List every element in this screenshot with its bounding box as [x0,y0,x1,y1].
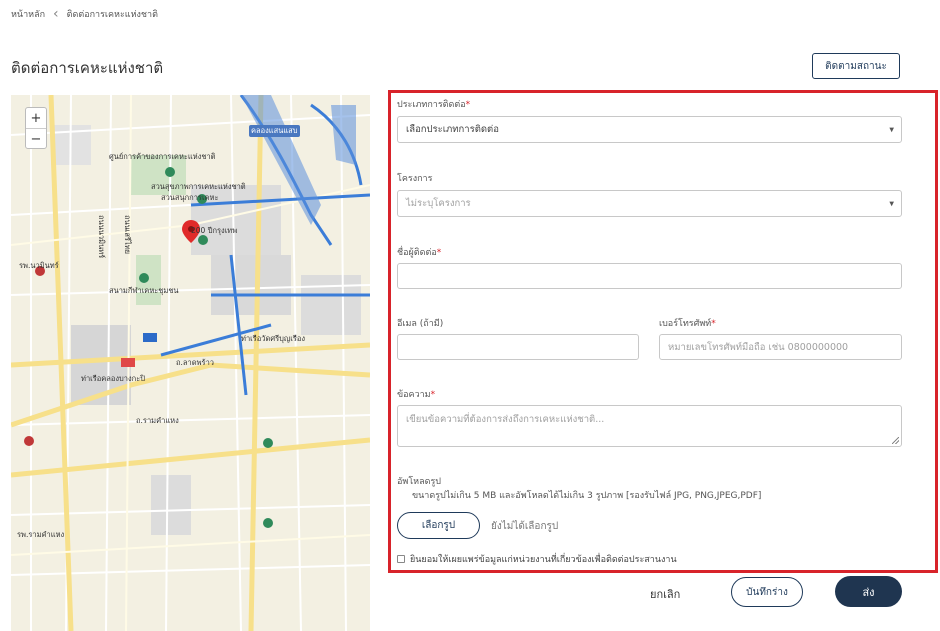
map-label: ถนนนวมินทร์ [97,215,106,259]
map-zoom-control: + − [25,107,47,149]
map-label: ถ.รามคำแหง [136,416,179,425]
map-label: สนามกีฬาเคหะชุมชน [109,286,179,295]
map-label: ถ.ลาดพร้าว [176,358,214,367]
consent-label: ยินยอมให้เผยแพร่ข้อมูลแก่หน่วยงานที่เกี่… [410,555,677,565]
phone-input[interactable]: หมายเลขโทรศัพท์มือถือ เช่น 0800000000 [659,334,902,360]
email-input[interactable] [397,334,639,360]
contact-type-select[interactable]: เลือกประเภทการติดต่อ ▼ [397,116,902,143]
map-label: รพ.นวมินทร์ [19,261,59,270]
cancel-button[interactable]: ยกเลิก [650,585,680,603]
resize-grip-icon[interactable] [892,437,899,444]
map-label: ท่าเรือคลองบางกะปิ [81,374,145,383]
project-label: โครงการ [397,174,433,184]
map-label: 200 ปีกรุงเทพ [191,226,238,235]
consent-checkbox[interactable] [397,555,405,563]
breadcrumb-current: ติดต่อการเคหะแห่งชาติ [66,10,158,20]
phone-label: เบอร์โทรศัพท์* [659,319,716,329]
contact-name-input[interactable] [397,263,902,289]
caret-down-icon: ▼ [889,126,894,133]
page-title: ติดต่อการเคหะแห่งชาติ [11,59,164,77]
breadcrumb-home-link[interactable]: หน้าหลัก [11,7,45,21]
contact-type-label: ประเภทการติดต่อ* [397,100,471,110]
track-status-button[interactable]: ติดตามสถานะ [812,53,900,79]
choose-image-button[interactable]: เลือกรูป [397,512,480,539]
send-button[interactable]: ส่ง [835,576,902,607]
map-label: คลองแสนแสบ [249,125,300,137]
no-file-status: ยังไม่ได้เลือกรูป [491,521,559,532]
map-label: ศูนย์การค้าของการเคหะแห่งชาติ [109,152,216,161]
consent-row: ยินยอมให้เผยแพร่ข้อมูลแก่หน่วยงานที่เกี่… [397,552,677,566]
zoom-in-button[interactable]: + [26,108,46,129]
zoom-out-button[interactable]: − [26,129,46,149]
contact-name-label: ชื่อผู้ติดต่อ* [397,248,442,258]
map-label: ท่าเรือวัดศรีบุญเรือง [241,334,306,343]
upload-hint: ขนาดรูปไม่เกิน 5 MB และอัพโหลดได้ไม่เกิน… [412,491,762,501]
map[interactable]: + − ศูนย์การค้าของการเคหะแห่งชาติ สวนสุข… [11,95,370,631]
map-label: ถนนเสรีไทย [123,215,132,255]
project-select[interactable]: ไม่ระบุโครงการ ▼ [397,190,902,217]
breadcrumb: หน้าหลัก ‹ ติดต่อการเคหะแห่งชาติ [11,7,158,21]
email-label: อีเมล (ถ้ามี) [397,319,444,329]
save-draft-button[interactable]: บันทึกร่าง [731,577,803,607]
message-label: ข้อความ* [397,390,436,400]
caret-down-icon: ▼ [889,200,894,207]
map-label: รพ.รามคำแหง [17,530,65,539]
chevron-left-icon: ‹ [53,6,59,22]
map-label: สวนสนุกการเคหะ [161,193,219,202]
message-textarea[interactable]: เขียนข้อความที่ต้องการส่งถึงการเคหะแห่งช… [397,405,902,447]
upload-label: อัพโหลดรูป [397,477,442,487]
